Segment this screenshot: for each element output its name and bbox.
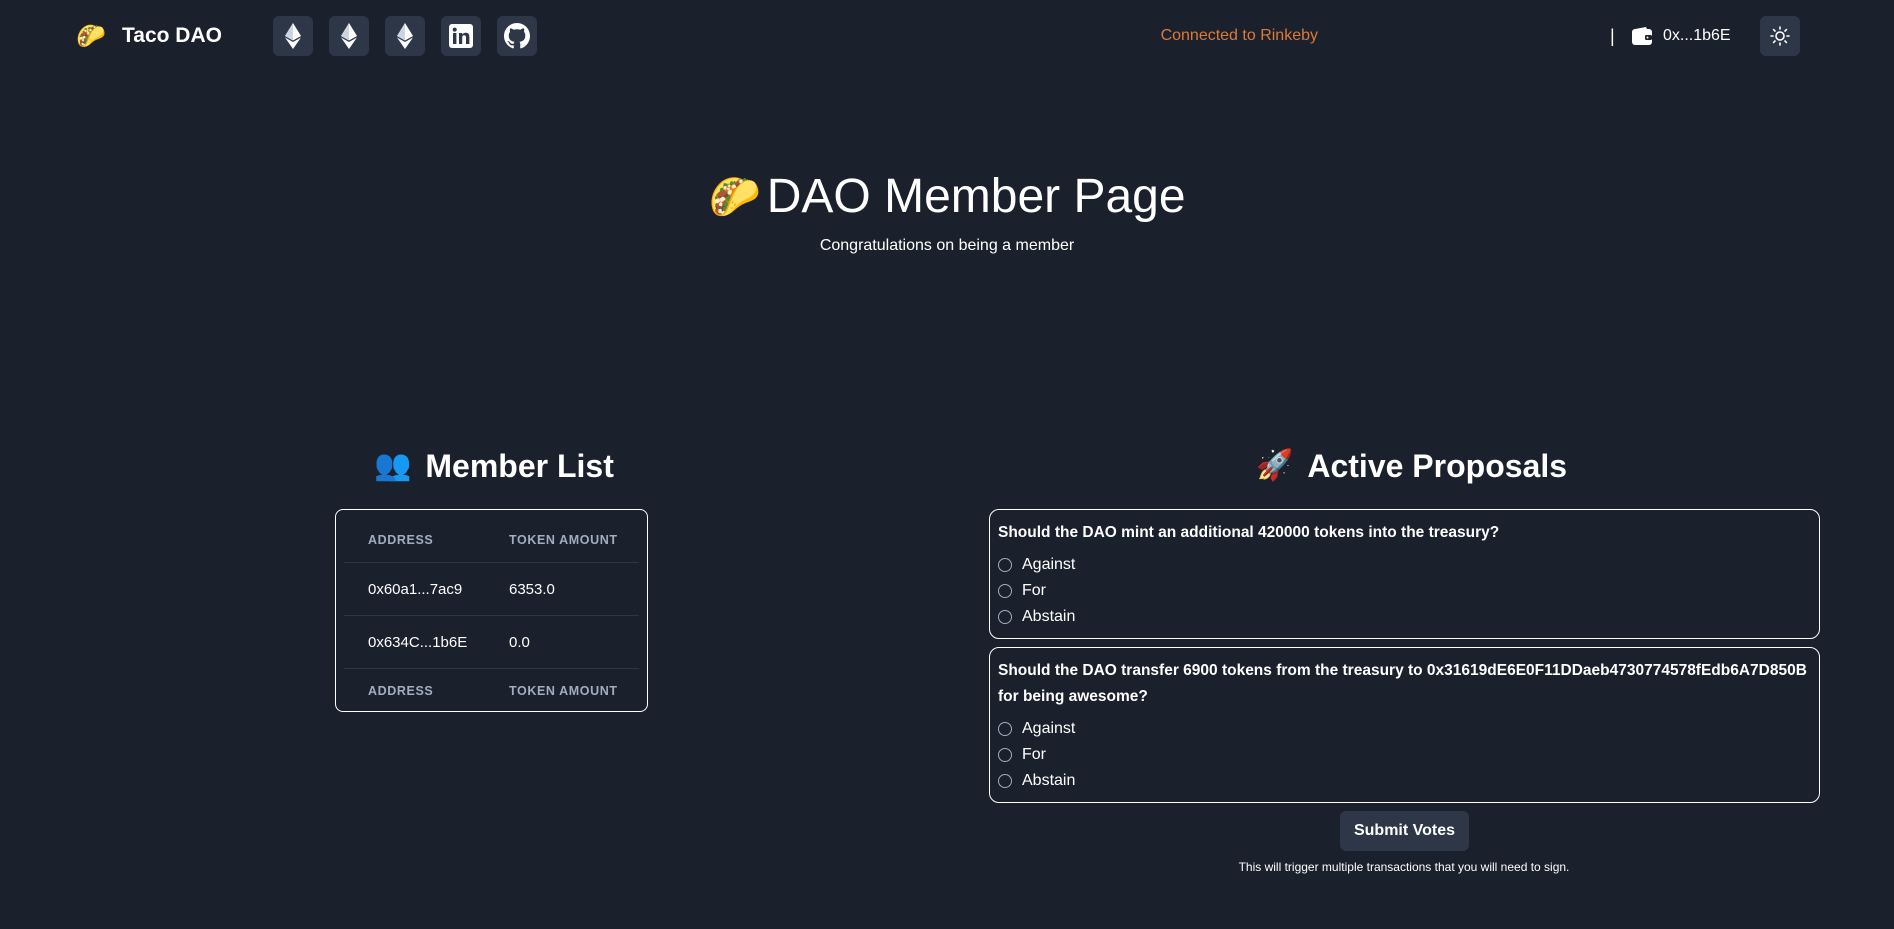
member-list-title: 👥 Member List [374,446,614,486]
ethereum-icon [285,23,301,49]
brand-name: Taco DAO [122,24,222,47]
vote-option-for[interactable]: For [998,742,1811,768]
ethereum-link-button-2[interactable] [329,16,369,56]
vote-option-abstain[interactable]: Abstain [998,768,1811,794]
page-title-text: DAO Member Page [766,170,1186,223]
hero: 🌮 DAO Member Page Congratulations on bei… [0,166,1894,256]
nav-separator: | [1610,26,1615,46]
table-row: 0x634C...1b6E 0.0 [344,615,639,669]
table-footer-row: ADDRESS TOKEN AMOUNT [344,668,639,714]
wallet-icon [1632,27,1652,45]
vote-option-label: For [1022,582,1046,599]
member-address: 0x634C...1b6E [368,633,468,651]
member-address: 0x60a1...7ac9 [368,580,463,598]
navbar: 🌮 Taco DAO Connected to Rinkeby | 0x...1… [0,0,1894,72]
radio-button[interactable] [998,584,1012,598]
vote-option-against[interactable]: Against [998,552,1811,578]
radio-button[interactable] [998,558,1012,572]
people-icon: 👥 [374,448,412,483]
table-row: 0x60a1...7ac9 6353.0 [344,562,639,616]
active-proposals-title-text: Active Proposals [1307,448,1568,484]
taco-logo-icon: 🌮 [76,22,106,50]
vote-option-label: For [1022,746,1046,763]
radio-button[interactable] [998,610,1012,624]
column-header-token-amount: TOKEN AMOUNT [509,533,618,547]
vote-option-against[interactable]: Against [998,716,1811,742]
member-token-amount: 0.0 [509,633,530,651]
ethereum-icon [397,23,413,49]
member-list-title-text: Member List [425,448,614,484]
taco-icon: 🌮 [708,172,761,221]
member-table: ADDRESS TOKEN AMOUNT 0x60a1...7ac9 6353.… [344,518,639,713]
github-link-button[interactable] [497,16,537,56]
proposal-card-2: Should the DAO transfer 6900 tokens from… [989,647,1820,803]
vote-option-label: Against [1022,720,1076,737]
submit-votes-button[interactable]: Submit Votes [1340,811,1469,851]
ethereum-link-button-3[interactable] [385,16,425,56]
theme-toggle-button[interactable] [1760,16,1800,56]
radio-button[interactable] [998,774,1012,788]
vote-option-label: Against [1022,556,1076,573]
wallet-button[interactable]: 0x...1b6E [1632,20,1731,52]
radio-button[interactable] [998,722,1012,736]
vote-option-label: Abstain [1022,772,1076,789]
linkedin-link-button[interactable] [441,16,481,56]
vote-option-abstain[interactable]: Abstain [998,604,1811,630]
rocket-icon: 🚀 [1256,448,1294,483]
member-token-amount: 6353.0 [509,580,555,598]
proposal-question: Should the DAO mint an additional 420000… [998,524,1500,541]
vote-option-for[interactable]: For [998,578,1811,604]
transaction-note: This will trigger multiple transactions … [1238,860,1570,874]
column-footer-address: ADDRESS [368,684,434,698]
proposal-question: Should the DAO transfer 6900 tokens from… [998,662,1807,705]
column-footer-token-amount: TOKEN AMOUNT [509,684,618,698]
vote-option-label: Abstain [1022,608,1076,625]
table-header-row: ADDRESS TOKEN AMOUNT [344,518,639,563]
network-status: Connected to Rinkeby [1160,27,1318,44]
radio-button[interactable] [998,748,1012,762]
ethereum-icon [341,23,357,49]
brand[interactable]: 🌮 Taco DAO [76,20,222,52]
sun-icon [1770,26,1790,46]
member-table-container: ADDRESS TOKEN AMOUNT 0x60a1...7ac9 6353.… [335,509,648,712]
proposal-card-1: Should the DAO mint an additional 420000… [989,509,1820,639]
active-proposals-title: 🚀 Active Proposals [1256,446,1567,486]
github-icon [504,23,530,49]
page-title: 🌮 DAO Member Page [708,166,1185,228]
ethereum-link-button-1[interactable] [273,16,313,56]
linkedin-icon [449,24,473,48]
wallet-address: 0x...1b6E [1663,27,1731,44]
column-header-address: ADDRESS [368,533,434,547]
page-subtitle: Congratulations on being a member [819,237,1075,254]
